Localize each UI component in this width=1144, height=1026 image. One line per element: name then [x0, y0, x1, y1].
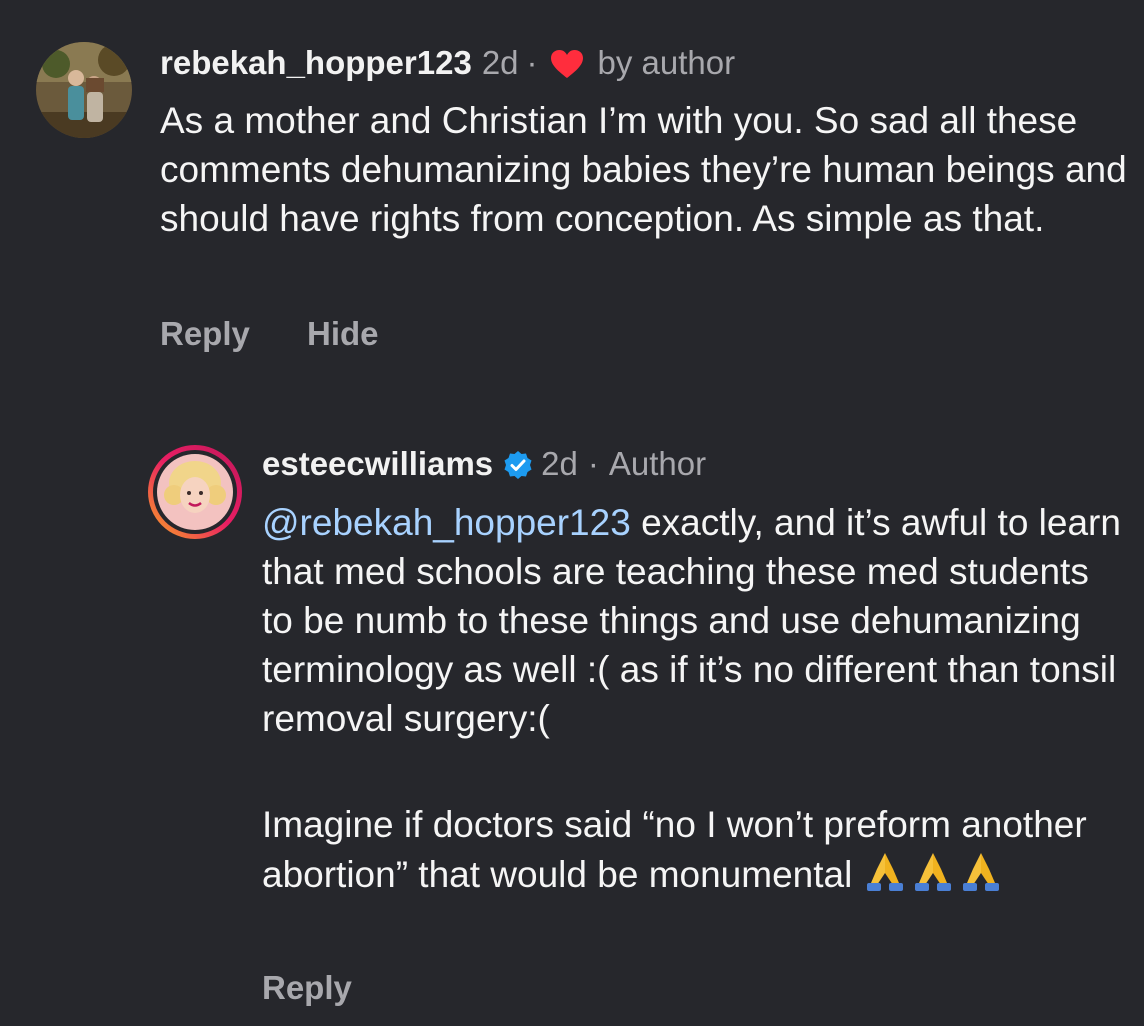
timestamp: 2d — [481, 44, 519, 81]
avatar-esteecwilliams[interactable] — [146, 443, 244, 541]
mention-link[interactable]: @rebekah_hopper123 — [262, 502, 631, 543]
verified-badge-icon — [503, 449, 533, 479]
liked-by-author-label: by author — [597, 44, 736, 81]
heart-icon — [550, 48, 584, 78]
comment-rebekah: rebekah_hopper123 2d · by author As a mo… — [0, 0, 1144, 380]
comment-text: As a mother and Christian I’m with you. … — [160, 100, 1127, 239]
folded-hands-emoji-icon — [959, 849, 1003, 905]
separator: · — [526, 44, 538, 81]
username[interactable]: rebekah_hopper123 — [160, 43, 472, 83]
reply-button[interactable]: Reply — [262, 968, 352, 1008]
separator: · — [587, 445, 599, 482]
timestamp: 2d — [541, 445, 578, 482]
avatar-rebekah[interactable] — [36, 42, 132, 138]
username[interactable]: esteecwilliams — [262, 444, 493, 484]
comment-esteecwilliams: esteecwilliams 2d · Author @rebekah_hopp… — [0, 380, 1144, 1026]
comment-text-paragraph2: Imagine if doctors said “no I won’t pref… — [262, 800, 1122, 905]
folded-hands-emoji-icon — [863, 849, 907, 905]
folded-hands-emoji-icon — [911, 849, 955, 905]
comment-text: @rebekah_hopper123 exactly, and it’s awf… — [262, 498, 1122, 743]
author-label: Author — [608, 445, 707, 482]
hide-button[interactable]: Hide — [307, 314, 379, 354]
reply-button[interactable]: Reply — [160, 314, 250, 354]
comment-header: rebekah_hopper123 2d · by author — [160, 43, 735, 83]
comment-header: esteecwilliams 2d · Author — [262, 444, 706, 484]
